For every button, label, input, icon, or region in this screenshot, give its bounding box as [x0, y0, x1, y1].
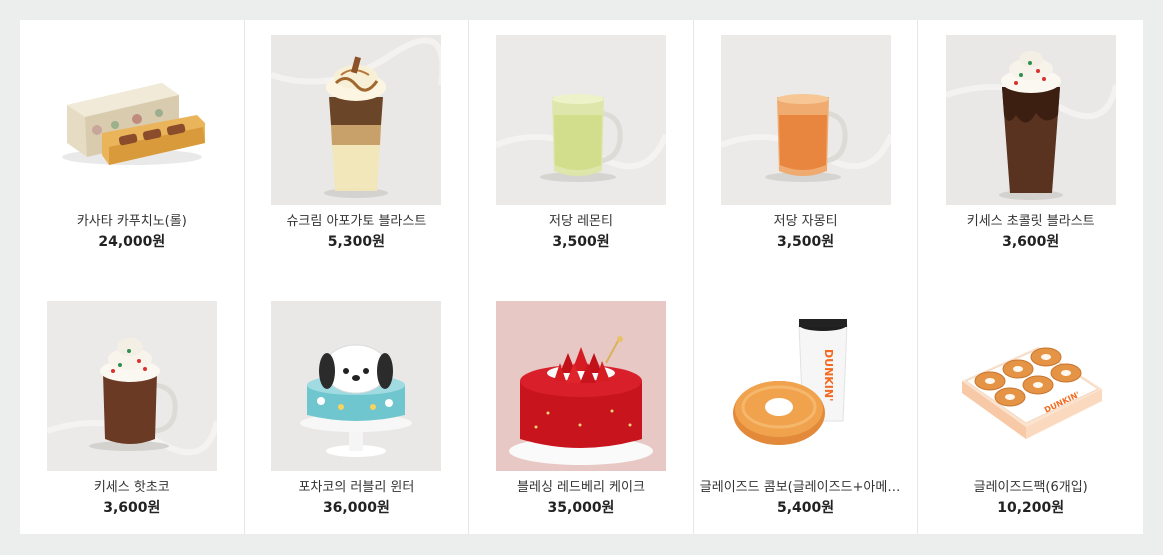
product-price: 3,600원: [103, 500, 161, 516]
cup-brand-text: DUNKIN': [822, 349, 835, 401]
product-name[interactable]: 저당 자몽티: [700, 210, 912, 229]
product-price: 5,300원: [327, 234, 385, 250]
product-price: 35,000원: [547, 500, 615, 516]
product-card[interactable]: DUNKIN' 글레이즈드팩(6개입) 10,200원: [918, 284, 1143, 534]
product-card[interactable]: 저당 자몽티 3,500원: [694, 20, 919, 284]
product-card[interactable]: 키세스 초콜릿 블라스트 3,600원: [918, 20, 1143, 284]
redberry-cake-image: [495, 301, 666, 471]
cream-affogato-blast-image: [271, 35, 442, 205]
product-card[interactable]: 슈크림 아포가토 블라스트 5,300원: [245, 20, 470, 284]
product-image[interactable]: [495, 35, 666, 205]
product-card[interactable]: 카사타 카푸치노(롤) 24,000원: [20, 20, 245, 284]
product-image[interactable]: [495, 301, 666, 471]
product-card[interactable]: DUNKIN' 글레이즈드 콤보(글레이즈드+아메리카노) 5,400원: [694, 284, 919, 534]
product-image[interactable]: DUNKIN': [720, 301, 891, 471]
product-image[interactable]: [271, 35, 442, 205]
product-image[interactable]: [46, 301, 217, 471]
product-image[interactable]: [945, 35, 1116, 205]
product-name[interactable]: 키세스 초콜릿 블라스트: [924, 210, 1137, 229]
product-name[interactable]: 슈크림 아포가토 블라스트: [251, 210, 463, 229]
glazed-pack-image: DUNKIN': [945, 301, 1116, 471]
product-price: 3,500원: [552, 234, 610, 250]
product-card[interactable]: 포차코의 러블리 윈터 36,000원: [245, 284, 470, 534]
product-name[interactable]: 글레이즈드팩(6개입): [924, 476, 1137, 495]
kisses-chocolate-blast-image: [945, 35, 1116, 205]
product-price: 3,600원: [1002, 234, 1060, 250]
product-card[interactable]: 키세스 핫초코 3,600원: [20, 284, 245, 534]
product-image[interactable]: [271, 301, 442, 471]
pochacco-cake-image: [271, 301, 442, 471]
product-name[interactable]: 저당 레몬티: [475, 210, 687, 229]
product-price: 36,000원: [322, 500, 390, 516]
glazed-combo-image: DUNKIN': [720, 301, 891, 471]
product-price: 24,000원: [98, 234, 166, 250]
product-panel: 카사타 카푸치노(롤) 24,000원 슈크림 아포가토 블라스트 5,300원…: [20, 20, 1143, 534]
product-card[interactable]: 저당 레몬티 3,500원: [469, 20, 694, 284]
product-image[interactable]: DUNKIN': [945, 301, 1116, 471]
product-grid: 카사타 카푸치노(롤) 24,000원 슈크림 아포가토 블라스트 5,300원…: [20, 20, 1143, 534]
product-name[interactable]: 포차코의 러블리 윈터: [251, 476, 463, 495]
product-name[interactable]: 블레싱 레드베리 케이크: [475, 476, 687, 495]
product-price: 3,500원: [777, 234, 835, 250]
product-card[interactable]: 블레싱 레드베리 케이크 35,000원: [469, 284, 694, 534]
grapefruit-tea-image: [720, 35, 891, 205]
lemon-tea-image: [495, 35, 666, 205]
product-image[interactable]: [46, 35, 217, 205]
product-name[interactable]: 키세스 핫초코: [26, 476, 238, 495]
product-image[interactable]: [720, 35, 891, 205]
kisses-hot-chocolate-image: [46, 301, 217, 471]
product-price: 5,400원: [777, 500, 835, 516]
product-name[interactable]: 글레이즈드 콤보(글레이즈드+아메리카노): [700, 476, 912, 495]
product-name[interactable]: 카사타 카푸치노(롤): [26, 210, 238, 229]
cassata-roll-image: [46, 35, 217, 205]
product-price: 10,200원: [997, 500, 1065, 516]
